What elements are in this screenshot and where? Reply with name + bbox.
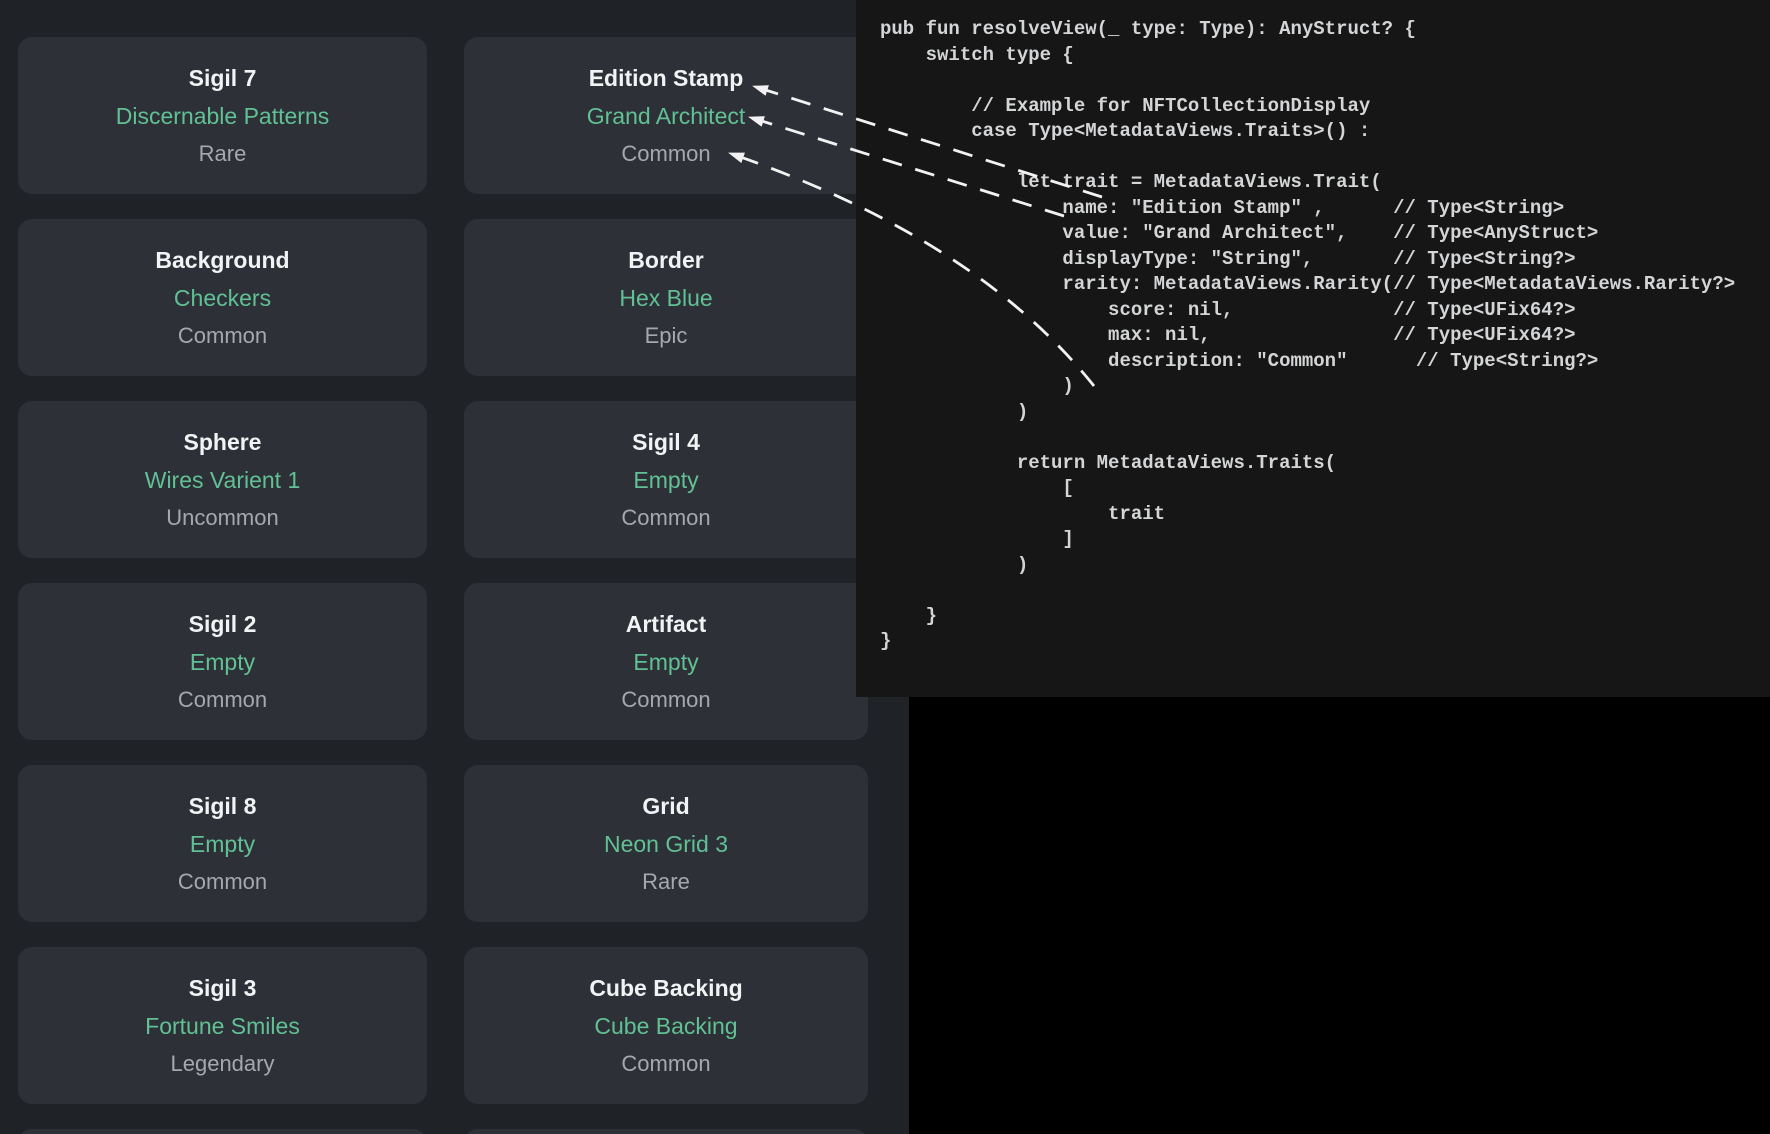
trait-card-sigil-8: Sigil 8 Empty Common <box>18 765 427 922</box>
trait-rarity: Rare <box>199 140 247 168</box>
trait-value: Wires Varient 1 <box>145 466 301 494</box>
trait-value: Checkers <box>174 284 271 312</box>
trait-value: Empty <box>190 830 255 858</box>
trait-card-cube-backing: Cube Backing Cube Backing Common <box>464 947 868 1104</box>
trait-card-partial <box>464 1129 868 1134</box>
trait-name: Border <box>628 246 703 274</box>
trait-name: Artifact <box>626 610 707 638</box>
traits-grid: Sigil 7 Discernable Patterns Rare Edition S… <box>18 37 868 1134</box>
trait-card-sigil-2: Sigil 2 Empty Common <box>18 583 427 740</box>
code-block: pub fun resolveView(_ type: Type): AnySt… <box>856 0 1770 655</box>
code-panel[interactable]: pub fun resolveView(_ type: Type): AnySt… <box>856 0 1770 697</box>
trait-rarity: Common <box>621 504 710 532</box>
trait-name: Grid <box>642 792 689 820</box>
trait-card-artifact: Artifact Empty Common <box>464 583 868 740</box>
trait-value: Grand Architect <box>587 102 746 130</box>
trait-card-background: Background Checkers Common <box>18 219 427 376</box>
trait-value: Empty <box>190 648 255 676</box>
trait-value: Neon Grid 3 <box>604 830 728 858</box>
trait-value: Empty <box>633 466 698 494</box>
trait-rarity: Common <box>621 686 710 714</box>
trait-rarity: Common <box>178 686 267 714</box>
trait-rarity: Uncommon <box>166 504 278 532</box>
trait-name: Sigil 4 <box>632 428 700 456</box>
trait-card-sigil-3: Sigil 3 Fortune Smiles Legendary <box>18 947 427 1104</box>
trait-rarity: Legendary <box>171 1050 275 1078</box>
traits-page: Sigil 7 Discernable Patterns Rare Edition S… <box>0 0 909 1134</box>
trait-card-border: Border Hex Blue Epic <box>464 219 868 376</box>
trait-rarity: Common <box>178 322 267 350</box>
trait-value: Fortune Smiles <box>145 1012 300 1040</box>
trait-value: Hex Blue <box>619 284 712 312</box>
trait-card-sigil-4: Sigil 4 Empty Common <box>464 401 868 558</box>
trait-card-partial <box>18 1129 427 1134</box>
trait-name: Sphere <box>184 428 262 456</box>
trait-name: Sigil 2 <box>189 610 257 638</box>
trait-value: Empty <box>633 648 698 676</box>
trait-name: Cube Backing <box>589 974 742 1002</box>
trait-rarity: Rare <box>642 868 690 896</box>
trait-name: Edition Stamp <box>589 64 744 92</box>
trait-card-edition-stamp: Edition Stamp Grand Architect Common <box>464 37 868 194</box>
trait-card-grid: Grid Neon Grid 3 Rare <box>464 765 868 922</box>
trait-card-sigil-7: Sigil 7 Discernable Patterns Rare <box>18 37 427 194</box>
trait-rarity: Epic <box>645 322 688 350</box>
trait-name: Sigil 7 <box>189 64 257 92</box>
trait-name: Sigil 8 <box>189 792 257 820</box>
trait-value: Discernable Patterns <box>116 102 330 130</box>
trait-rarity: Common <box>178 868 267 896</box>
trait-name: Sigil 3 <box>189 974 257 1002</box>
trait-value: Cube Backing <box>594 1012 737 1040</box>
trait-rarity: Common <box>621 140 710 168</box>
trait-card-sphere: Sphere Wires Varient 1 Uncommon <box>18 401 427 558</box>
trait-name: Background <box>155 246 289 274</box>
trait-rarity: Common <box>621 1050 710 1078</box>
